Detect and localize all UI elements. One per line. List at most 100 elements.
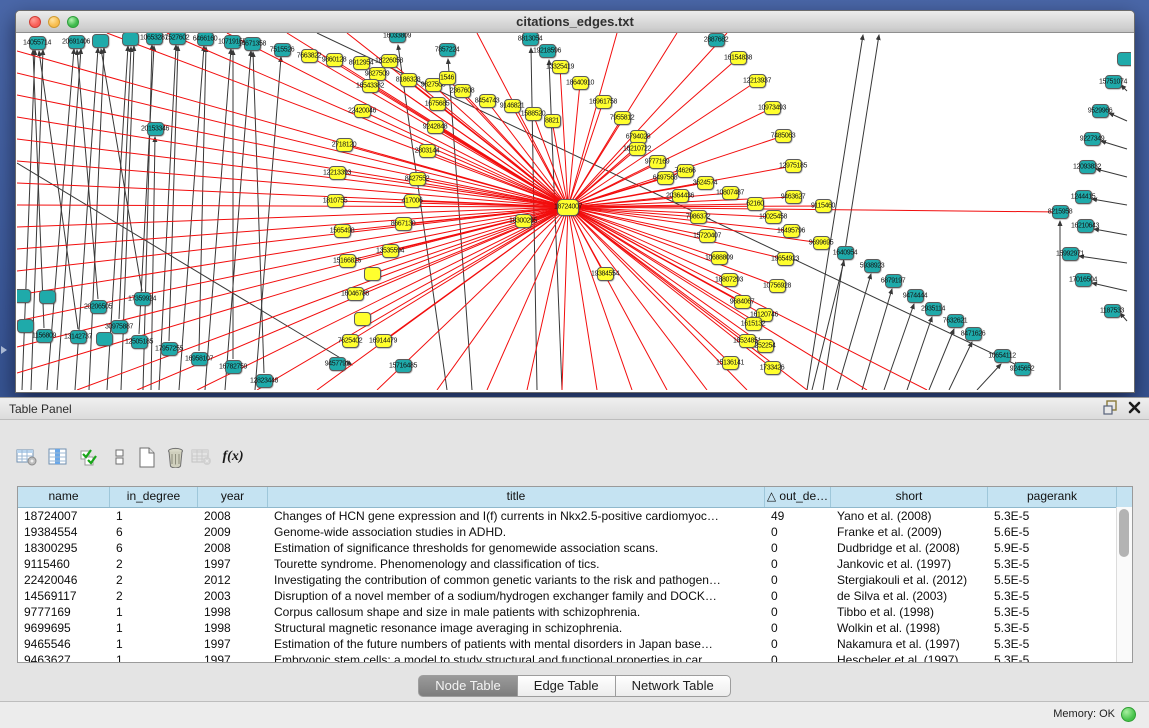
graph-node[interactable]: 6497568	[657, 171, 674, 185]
graph-node[interactable]: 1810755	[327, 194, 344, 208]
graph-node[interactable]: 13535594	[382, 244, 399, 258]
column-header-title[interactable]: title	[268, 487, 765, 507]
select-all-icon[interactable]	[79, 446, 101, 468]
table-row[interactable]: 1872400712008Changes of HCN gene express…	[18, 508, 1132, 524]
graph-node[interactable]: 15716485	[395, 359, 412, 373]
graph-node[interactable]: 9699695	[813, 236, 830, 250]
graph-node[interactable]: 14055714	[29, 36, 46, 50]
column-header-in_degree[interactable]: in_degree	[110, 487, 198, 507]
new-file-icon[interactable]	[136, 446, 158, 468]
graph-node[interactable]: 20206505	[90, 300, 107, 314]
graph-node[interactable]: 6879197	[885, 274, 902, 288]
graph-node[interactable]: 8813054	[522, 33, 539, 46]
graph-node[interactable]: 1565498	[334, 224, 351, 238]
graph-node[interactable]: 17359924	[134, 292, 151, 306]
panel-splitter-arrow-icon[interactable]	[1, 346, 7, 354]
graph-node[interactable]: 9463627	[785, 190, 802, 204]
graph-node[interactable]: 10654112	[994, 349, 1011, 363]
graph-node[interactable]: 1527602	[169, 33, 186, 45]
graph-node[interactable]: 22420046	[354, 104, 371, 118]
graph-node[interactable]: 16958107	[191, 352, 208, 366]
graph-node[interactable]: 2718120	[336, 138, 353, 152]
table-row[interactable]: 1938455462009Genome-wide association stu…	[18, 524, 1132, 540]
graph-node[interactable]: 14671358	[244, 37, 261, 51]
graph-node[interactable]: 1640954	[837, 246, 854, 260]
graph-node[interactable]: 62160	[747, 197, 764, 211]
graph-node[interactable]: 9245652	[1014, 362, 1031, 376]
graph-node[interactable]: 17957255	[161, 342, 178, 356]
graph-node[interactable]: 2803144	[419, 144, 436, 158]
network-window-titlebar[interactable]: citations_edges.txt	[16, 11, 1134, 33]
function-builder-icon[interactable]: f(x)	[222, 446, 244, 468]
table-row[interactable]: 1456911722003Disruption of a novel membe…	[18, 588, 1132, 604]
graph-node[interactable]: 2935114	[925, 302, 942, 316]
column-header-out_de[interactable]: △ out_de…	[765, 487, 831, 507]
graph-node[interactable]: 13142737	[70, 330, 87, 344]
graph-node[interactable]: 15992971	[1062, 247, 1079, 261]
graph-node[interactable]: 19384554	[597, 267, 614, 281]
graph-node[interactable]: 9777169	[649, 155, 666, 169]
table-row[interactable]: 946554611997Estimation of the future num…	[18, 636, 1132, 652]
table-row[interactable]: 2242004622012Investigating the contribut…	[18, 572, 1132, 588]
graph-node[interactable]: 8427552	[409, 172, 426, 186]
graph-node[interactable]: 15751074	[1105, 75, 1122, 89]
graph-node[interactable]: 20364436	[672, 189, 689, 203]
graph-node[interactable]: 252254	[757, 339, 774, 353]
graph-node[interactable]	[1117, 52, 1132, 66]
graph-node[interactable]: 10653287	[146, 33, 163, 45]
graph-node[interactable]: 19218596	[539, 44, 556, 58]
graph-node[interactable]: 9115460	[815, 199, 832, 213]
graph-node[interactable]: 20153346	[147, 122, 164, 136]
tab-node-table[interactable]: Node Table	[418, 675, 518, 697]
graph-node[interactable]: 1733426	[764, 361, 781, 375]
graph-node[interactable]: 9684067	[734, 295, 751, 309]
graph-node[interactable]: 18640910	[572, 76, 589, 90]
graph-node[interactable]	[17, 289, 31, 303]
graph-node[interactable]: 2367608	[454, 84, 471, 98]
graph-node[interactable]: 18226058	[381, 54, 398, 68]
tab-network-table[interactable]: Network Table	[616, 675, 731, 697]
graph-node[interactable]: 7986372	[690, 210, 707, 224]
graph-node[interactable]: 1615132	[745, 317, 762, 331]
graph-node[interactable]: 12823448	[256, 374, 273, 388]
graph-node[interactable]: 7625402	[342, 334, 359, 348]
column-header-year[interactable]: year	[198, 487, 268, 507]
graph-node[interactable]: 8471626	[965, 327, 982, 341]
close-panel-icon[interactable]	[1128, 401, 1141, 419]
graph-node[interactable]: 16033809	[389, 33, 406, 43]
graph-node[interactable]: 8912954	[353, 56, 370, 70]
table-row[interactable]: 1830029562008Estimation of significance …	[18, 540, 1132, 556]
tab-edge-table[interactable]: Edge Table	[518, 675, 616, 697]
graph-node[interactable]: 9457791	[329, 357, 346, 371]
graph-node[interactable]: 3624574	[697, 176, 714, 190]
graph-node[interactable]: 10756928	[769, 279, 786, 293]
graph-hub-node[interactable]: 18724007	[557, 199, 579, 216]
graph-node[interactable]: 9227349	[1084, 132, 1101, 146]
graph-node[interactable]: 417006	[404, 194, 421, 208]
graph-node[interactable]: 18807293	[721, 273, 738, 287]
graph-node[interactable]: 12213393	[329, 166, 346, 180]
graph-node[interactable]	[17, 319, 34, 333]
graph-node[interactable]: 15720407	[699, 229, 716, 243]
graph-node[interactable]	[364, 267, 381, 281]
graph-node[interactable]: 7485063	[775, 129, 792, 143]
graph-node[interactable]: 30975887	[111, 320, 128, 334]
graph-node[interactable]: 9146821	[504, 99, 521, 113]
float-panel-icon[interactable]	[1103, 400, 1118, 420]
graph-node[interactable]: 9242848	[427, 120, 444, 134]
column-header-short[interactable]: short	[831, 487, 988, 507]
graph-node[interactable]: 1156809	[36, 329, 53, 343]
graph-node[interactable]: 16210722	[629, 142, 646, 156]
graph-node[interactable]: 17016504	[1075, 273, 1092, 287]
graph-node[interactable]: 16914479	[375, 334, 392, 348]
graph-node[interactable]: 16782759	[225, 360, 242, 374]
table-row[interactable]: 977716911998Corpus callosum shape and si…	[18, 604, 1132, 620]
graph-node[interactable]	[92, 34, 109, 48]
graph-node[interactable]: 7663822	[301, 49, 318, 63]
graph-node[interactable]: 746266	[677, 164, 694, 178]
graph-node[interactable]: 12505185	[131, 335, 148, 349]
network-canvas[interactable]: 1872400714055714206914061065328715276026…	[17, 33, 1131, 390]
graph-node[interactable]: 7632621	[947, 314, 964, 328]
table-mode-icon[interactable]	[15, 446, 37, 468]
graph-node[interactable]: 13325419	[552, 60, 569, 74]
